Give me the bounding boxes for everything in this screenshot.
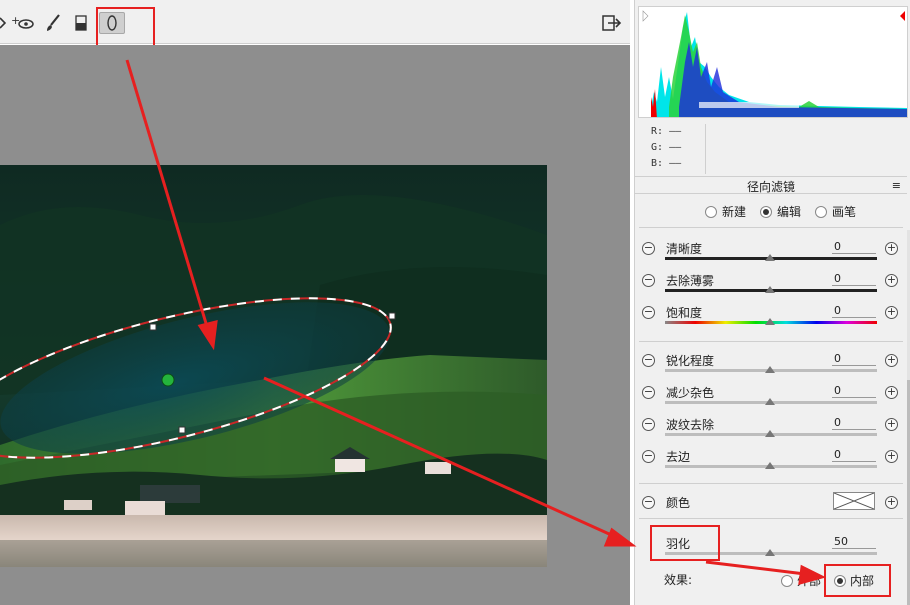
slider-value-field[interactable]: 0	[832, 240, 876, 254]
adjustment-panel: R: —— G: —— B: —— 径向滤镜 ≡ 新建 编辑 画笔 − 清晰度 …	[634, 0, 910, 605]
feather-thumb[interactable]	[765, 549, 775, 556]
app-window: + R: —— G: —— B: —— 径向滤镜 ≡ 新建 编辑 画笔 − 清晰…	[0, 0, 910, 605]
slider-sharpness: − 锐化程度 0 +	[635, 352, 907, 382]
slider-label: 去边	[666, 450, 691, 464]
b-value: ——	[669, 158, 682, 169]
mode-brush[interactable]: 画笔	[815, 203, 856, 220]
divider	[639, 227, 903, 228]
image-canvas[interactable]	[0, 45, 630, 605]
slider-moire-removal: − 波纹去除 0 +	[635, 416, 907, 446]
mode-edit-label: 编辑	[777, 205, 802, 219]
feather-value-field[interactable]: 50	[832, 535, 876, 549]
color-row: − 颜色 +	[635, 492, 907, 524]
slider-value-field[interactable]: 0	[832, 304, 876, 318]
minus-icon[interactable]: −	[642, 386, 655, 399]
color-label: 颜色	[666, 496, 691, 510]
divider	[639, 518, 903, 519]
tool-bar: +	[0, 0, 630, 57]
effect-outside-radio[interactable]	[781, 574, 793, 587]
export-icon[interactable]	[600, 14, 624, 32]
plus-icon[interactable]: +	[885, 306, 898, 319]
divider	[639, 483, 903, 484]
slider-value-field[interactable]: 0	[832, 352, 876, 366]
mode-selector: 新建 编辑 画笔	[705, 203, 856, 220]
rgb-separator	[705, 124, 706, 174]
b-label: B:	[651, 158, 664, 169]
slider-thumb[interactable]	[765, 318, 775, 325]
minus-icon[interactable]: −	[642, 450, 655, 463]
graduated-filter-icon[interactable]	[74, 14, 88, 32]
slider-value-field[interactable]: 0	[832, 448, 876, 462]
effect-inside-radio[interactable]	[834, 574, 846, 587]
slider-dehaze: − 去除薄雾 0 +	[635, 272, 907, 302]
divider	[639, 341, 903, 342]
minus-icon[interactable]: −	[642, 496, 655, 509]
effect-outside-label: 外部	[797, 574, 822, 588]
panel-title: 径向滤镜 ≡	[635, 176, 907, 194]
mode-edit[interactable]: 编辑	[760, 203, 801, 220]
rgb-readout: R: —— G: —— B: ——	[651, 124, 681, 172]
r-label: R:	[651, 126, 664, 137]
plus-icon[interactable]: +	[885, 418, 898, 431]
plus-icon[interactable]: +	[885, 242, 898, 255]
slider-saturation: − 饱和度 0 +	[635, 304, 907, 334]
mode-new[interactable]: 新建	[705, 203, 746, 220]
plus-icon[interactable]: +	[885, 386, 898, 399]
radial-filter-icon[interactable]	[99, 12, 125, 34]
slider-clarity: − 清晰度 0 +	[635, 240, 907, 270]
plus-icon[interactable]: +	[885, 450, 898, 463]
slider-label: 减少杂色	[666, 386, 715, 400]
mode-new-radio[interactable]	[705, 205, 717, 218]
minus-icon[interactable]: −	[642, 354, 655, 367]
plus-icon[interactable]: +	[885, 274, 898, 287]
add-eye-icon[interactable]: +	[10, 14, 36, 32]
slider-feather: 羽化 50	[635, 535, 907, 565]
landscape-photo[interactable]	[0, 165, 547, 567]
plus-icon[interactable]: +	[885, 496, 898, 509]
panel-menu-icon[interactable]: ≡	[892, 179, 901, 192]
effect-inside[interactable]: 内部	[834, 572, 874, 589]
minus-icon[interactable]: −	[642, 274, 655, 287]
slider-label: 波纹去除	[666, 418, 715, 432]
effect-inside-label: 内部	[850, 574, 875, 588]
histogram	[638, 6, 908, 118]
slider-thumb[interactable]	[765, 398, 775, 405]
slider-defringe: − 去边 0 +	[635, 448, 907, 478]
feather-label: 羽化	[666, 537, 691, 551]
slider-thumb[interactable]	[765, 366, 775, 373]
mode-new-label: 新建	[722, 205, 747, 219]
slider-value-field[interactable]: 0	[832, 384, 876, 398]
slider-label: 饱和度	[666, 306, 703, 320]
slider-thumb[interactable]	[765, 254, 775, 261]
mode-edit-radio[interactable]	[760, 205, 773, 218]
slider-thumb[interactable]	[765, 286, 775, 293]
slider-label: 清晰度	[666, 242, 703, 256]
mode-brush-radio[interactable]	[815, 205, 828, 218]
r-value: ——	[669, 126, 682, 137]
slider-value-field[interactable]: 0	[832, 416, 876, 430]
slider-label: 锐化程度	[666, 354, 715, 368]
minus-icon[interactable]: −	[642, 418, 655, 431]
slider-thumb[interactable]	[765, 430, 775, 437]
minus-icon[interactable]: −	[642, 242, 655, 255]
g-value: ——	[669, 142, 682, 153]
effect-label: 效果:	[664, 573, 693, 587]
panel-title-text: 径向滤镜	[746, 180, 795, 194]
slider-noise-reduction: − 减少杂色 0 +	[635, 384, 907, 414]
plus-icon[interactable]: +	[885, 354, 898, 367]
slider-thumb[interactable]	[765, 462, 775, 469]
color-swatch[interactable]	[833, 492, 875, 510]
minus-icon[interactable]: −	[642, 306, 655, 319]
mode-brush-label: 画笔	[832, 205, 857, 219]
crop-partial-icon[interactable]	[0, 14, 6, 32]
brush-icon[interactable]	[44, 14, 62, 32]
slider-label: 去除薄雾	[666, 274, 715, 288]
g-label: G:	[651, 142, 664, 153]
slider-value-field[interactable]: 0	[832, 272, 876, 286]
effect-outside[interactable]: 外部	[781, 572, 821, 589]
